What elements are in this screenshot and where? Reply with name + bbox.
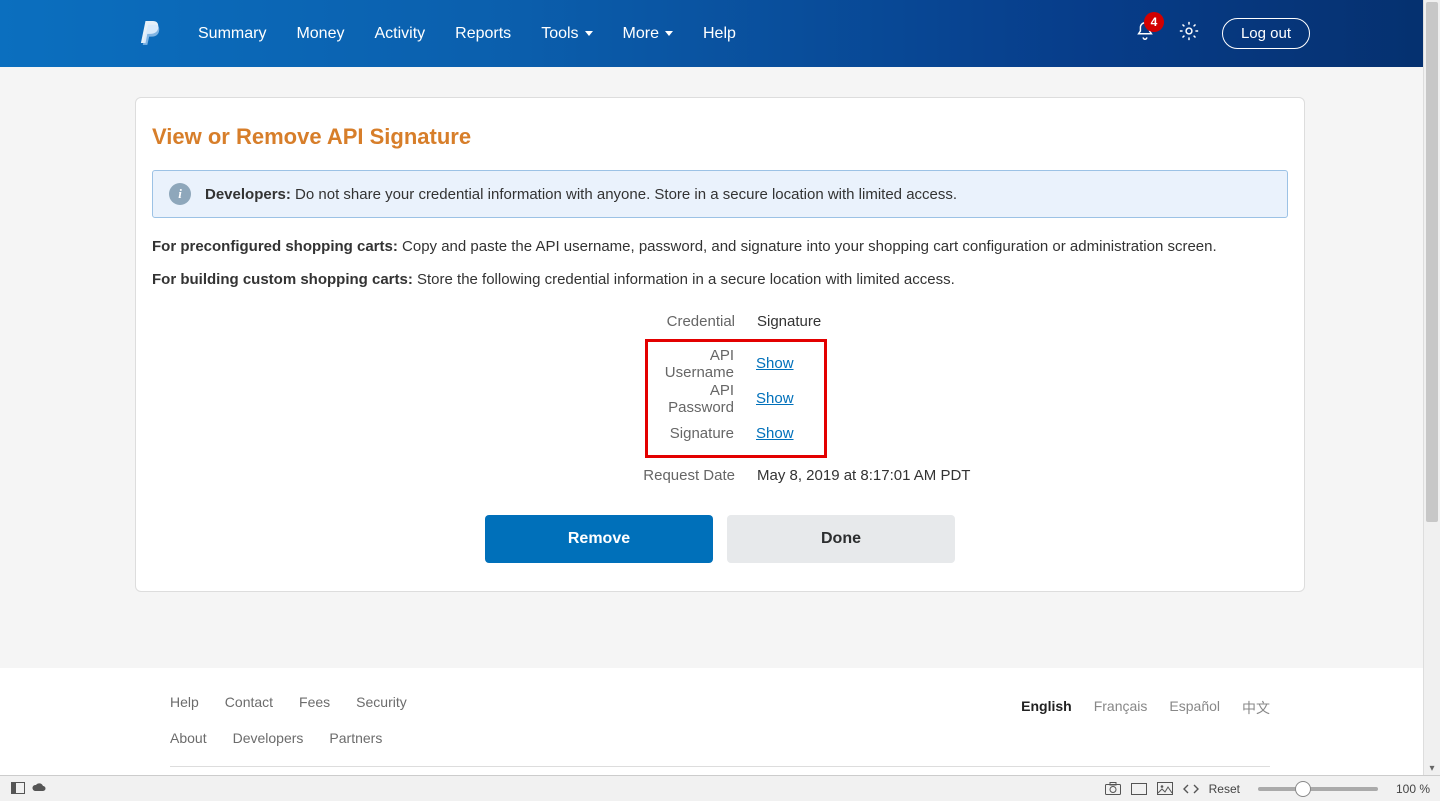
cred-row-date: Request Date May 8, 2019 at 8:17:01 AM P… — [152, 458, 1288, 493]
nav-reports[interactable]: Reports — [455, 25, 511, 43]
info-rest: Do not share your credential information… — [291, 186, 957, 203]
footer-links-row2: About Developers Partners — [170, 730, 1270, 746]
cred-header-label: Credential — [152, 313, 757, 330]
rect-icon[interactable] — [1131, 782, 1147, 796]
code-icon[interactable] — [1183, 782, 1199, 796]
paragraph-custom: For building custom shopping carts: Stor… — [152, 271, 1288, 288]
show-username-link[interactable]: Show — [756, 355, 794, 372]
info-icon: i — [169, 183, 191, 205]
reset-button[interactable]: Reset — [1209, 782, 1240, 796]
info-text: Developers: Do not share your credential… — [205, 186, 957, 203]
lang-francais[interactable]: Français — [1094, 698, 1148, 718]
lang-english[interactable]: English — [1021, 698, 1072, 718]
cred-label-password: API Password — [648, 382, 756, 416]
notification-badge: 4 — [1144, 12, 1164, 32]
cred-row-username: API Username Show — [648, 346, 824, 381]
p1-text: Copy and paste the API username, passwor… — [398, 238, 1217, 255]
nav-more-label: More — [623, 25, 659, 43]
notifications-button[interactable]: 4 — [1134, 20, 1156, 47]
button-row: Remove Done — [152, 515, 1288, 563]
cred-header-value: Signature — [757, 313, 821, 330]
language-switcher: English Français Español 中文 — [1021, 698, 1270, 718]
dev-toolbar: Reset 100 % — [0, 775, 1440, 801]
panel-icon[interactable] — [10, 781, 26, 795]
chevron-down-icon — [585, 31, 593, 36]
p1-bold: For preconfigured shopping carts: — [152, 238, 398, 255]
info-bold: Developers: — [205, 186, 291, 203]
zoom-slider[interactable] — [1258, 787, 1378, 791]
footer-help[interactable]: Help — [170, 694, 199, 710]
nav-links: Summary Money Activity Reports Tools Mor… — [198, 25, 736, 43]
footer-developers[interactable]: Developers — [233, 730, 304, 746]
cred-row-signature: Signature Show — [648, 416, 824, 451]
cred-label-signature: Signature — [648, 425, 756, 442]
vertical-scrollbar[interactable]: ▾ — [1423, 0, 1440, 776]
p2-bold: For building custom shopping carts: — [152, 271, 413, 288]
scrollbar-down-arrow[interactable]: ▾ — [1424, 760, 1440, 776]
footer-fees[interactable]: Fees — [299, 694, 330, 710]
lang-chinese[interactable]: 中文 — [1242, 698, 1270, 718]
zoom-slider-thumb[interactable] — [1295, 781, 1311, 797]
main-card: View or Remove API Signature i Developer… — [135, 97, 1305, 592]
lang-espanol[interactable]: Español — [1169, 698, 1220, 718]
credentials-table: Credential Signature API Username Show A… — [152, 304, 1288, 493]
scrollbar-thumb[interactable] — [1426, 2, 1438, 522]
nav-help[interactable]: Help — [703, 25, 736, 43]
footer-contact[interactable]: Contact — [225, 694, 273, 710]
cred-row-password: API Password Show — [648, 381, 824, 416]
nav-money[interactable]: Money — [296, 25, 344, 43]
show-password-link[interactable]: Show — [756, 390, 794, 407]
info-box: i Developers: Do not share your credenti… — [152, 170, 1288, 218]
nav-activity[interactable]: Activity — [374, 25, 425, 43]
footer-partners[interactable]: Partners — [329, 730, 382, 746]
nav-tools[interactable]: Tools — [541, 25, 592, 43]
cred-value-date: May 8, 2019 at 8:17:01 AM PDT — [757, 467, 970, 484]
zoom-level: 100 % — [1396, 782, 1430, 796]
dev-left — [10, 781, 49, 797]
footer-about[interactable]: About — [170, 730, 207, 746]
paragraph-preconfigured: For preconfigured shopping carts: Copy a… — [152, 238, 1288, 255]
gear-icon — [1178, 20, 1200, 42]
paypal-logo[interactable] — [140, 21, 162, 47]
nav-summary[interactable]: Summary — [198, 25, 266, 43]
done-button[interactable]: Done — [727, 515, 955, 563]
cred-label-username: API Username — [648, 347, 756, 381]
nav-right: 4 Log out — [1134, 18, 1310, 49]
nav-more[interactable]: More — [623, 25, 673, 43]
image-icon[interactable] — [1157, 782, 1173, 796]
settings-button[interactable] — [1178, 20, 1200, 47]
p2-text: Store the following credential informati… — [413, 271, 955, 288]
top-nav: Summary Money Activity Reports Tools Mor… — [0, 0, 1440, 67]
remove-button[interactable]: Remove — [485, 515, 713, 563]
cloud-icon[interactable] — [31, 781, 47, 795]
cred-header-row: Credential Signature — [152, 304, 1288, 339]
footer-security[interactable]: Security — [356, 694, 407, 710]
cred-label-date: Request Date — [152, 467, 757, 484]
chevron-down-icon — [665, 31, 673, 36]
credentials-highlight: API Username Show API Password Show Sign… — [645, 339, 827, 458]
camera-icon[interactable] — [1105, 782, 1121, 796]
show-signature-link[interactable]: Show — [756, 425, 794, 442]
page-title: View or Remove API Signature — [152, 124, 1288, 150]
nav-tools-label: Tools — [541, 25, 578, 43]
logout-button[interactable]: Log out — [1222, 18, 1310, 49]
